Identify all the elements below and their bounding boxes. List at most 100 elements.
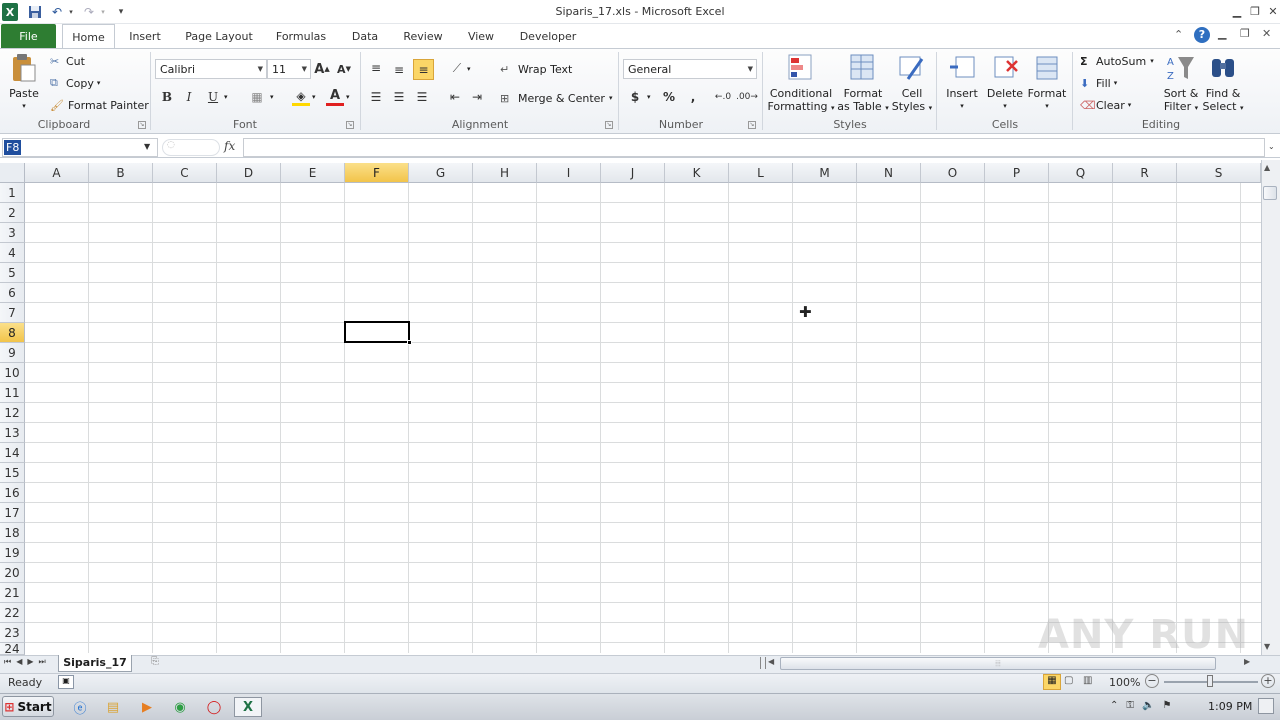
scroll-up-icon[interactable]: ▲ xyxy=(1264,163,1270,172)
conditional-formatting-button[interactable]: Conditional Formatting ▾ xyxy=(766,52,836,115)
autosum-button[interactable]: Σ AutoSum ▾ xyxy=(1080,53,1154,69)
format-as-table-button[interactable]: Format as Table ▾ xyxy=(836,52,890,115)
sheet-tab-siparis-17[interactable]: Siparis_17 xyxy=(58,655,132,672)
tab-formulas[interactable]: Formulas xyxy=(270,24,332,48)
paste-button[interactable]: Paste ▾ xyxy=(6,52,42,113)
undo-dropdown-icon[interactable]: ▾ xyxy=(66,3,76,21)
row-header-17[interactable]: 17 xyxy=(0,503,25,523)
media-player-icon[interactable]: ▶ xyxy=(135,697,159,717)
row-header-12[interactable]: 12 xyxy=(0,403,25,423)
undo-icon[interactable]: ↶ xyxy=(48,3,66,21)
excel-icon[interactable]: X xyxy=(2,3,18,21)
shrink-font-button[interactable]: A ▼ xyxy=(335,60,353,78)
cell-grid[interactable] xyxy=(25,183,1261,653)
redo-icon[interactable]: ↷ xyxy=(80,3,98,21)
grow-font-button[interactable]: A ▲ xyxy=(313,60,331,78)
delete-cells-button[interactable]: Delete ▾ xyxy=(984,52,1026,113)
row-header-21[interactable]: 21 xyxy=(0,583,25,603)
tab-page-layout[interactable]: Page Layout xyxy=(180,24,258,48)
decrease-indent-icon[interactable]: ⇤ xyxy=(446,88,464,106)
row-header-15[interactable]: 15 xyxy=(0,463,25,483)
vertical-scrollbar[interactable] xyxy=(1261,160,1280,655)
format-cells-button[interactable]: Format ▾ xyxy=(1026,52,1068,113)
column-header-b[interactable]: B xyxy=(89,163,153,183)
tab-view[interactable]: View xyxy=(461,24,501,48)
column-header-i[interactable]: I xyxy=(537,163,601,183)
copy-button[interactable]: ⧉ Copy ▾ xyxy=(50,75,100,91)
fill-color-dropdown-icon[interactable]: ▾ xyxy=(312,93,316,101)
increase-indent-icon[interactable]: ⇥ xyxy=(468,88,486,106)
row-header-18[interactable]: 18 xyxy=(0,523,25,543)
insert-function-button[interactable]: fx xyxy=(224,139,235,153)
row-header-13[interactable]: 13 xyxy=(0,423,25,443)
align-right-icon[interactable]: ☰ xyxy=(413,88,431,106)
tab-review[interactable]: Review xyxy=(396,24,450,48)
vertical-scroll-thumb[interactable] xyxy=(1263,186,1277,200)
help-icon[interactable]: ? xyxy=(1194,27,1210,43)
bold-button[interactable]: B xyxy=(158,88,176,106)
tab-file[interactable]: File xyxy=(1,24,56,48)
tab-insert[interactable]: Insert xyxy=(121,24,169,48)
align-left-icon[interactable]: ☰ xyxy=(367,88,385,106)
close-icon[interactable]: ✕ xyxy=(1262,2,1280,20)
font-color-dropdown-icon[interactable]: ▾ xyxy=(346,93,350,101)
row-header-9[interactable]: 9 xyxy=(0,343,25,363)
tab-split-handle[interactable] xyxy=(760,657,766,669)
column-header-d[interactable]: D xyxy=(217,163,281,183)
row-header-22[interactable]: 22 xyxy=(0,603,25,623)
clear-button[interactable]: ⌫ Clear ▾ xyxy=(1080,97,1131,113)
row-header-16[interactable]: 16 xyxy=(0,483,25,503)
merge-dropdown-icon[interactable]: ▾ xyxy=(609,94,613,102)
alignment-launcher-icon[interactable]: ↘ xyxy=(605,121,613,129)
zoom-level[interactable]: 100% xyxy=(1109,676,1140,689)
font-size-select[interactable]: 11 ▼ xyxy=(267,59,311,79)
cut-button[interactable]: ✂ Cut xyxy=(50,53,85,69)
row-header-8[interactable]: 8 xyxy=(0,323,25,343)
column-header-l[interactable]: L xyxy=(729,163,793,183)
align-bottom-icon[interactable]: ≡ xyxy=(413,59,434,80)
currency-button[interactable]: $ xyxy=(626,88,644,106)
row-header-11[interactable]: 11 xyxy=(0,383,25,403)
row-header-3[interactable]: 3 xyxy=(0,223,25,243)
excel-taskbar-icon[interactable]: X xyxy=(234,697,262,717)
expand-formula-bar-icon[interactable]: ⌄ xyxy=(1268,142,1275,151)
font-launcher-icon[interactable]: ↘ xyxy=(346,121,354,129)
formula-bar-handle-icon[interactable]: ◌ xyxy=(162,139,220,156)
copy-dropdown-icon[interactable]: ▾ xyxy=(97,79,101,87)
insert-cells-button[interactable]: Insert ▾ xyxy=(940,52,984,113)
column-header-r[interactable]: R xyxy=(1113,163,1177,183)
orientation-dropdown-icon[interactable]: ▾ xyxy=(467,65,471,73)
name-box-dropdown-icon[interactable]: ▼ xyxy=(144,142,150,151)
row-header-1[interactable]: 1 xyxy=(0,183,25,203)
currency-dropdown-icon[interactable]: ▾ xyxy=(647,93,651,101)
clipboard-launcher-icon[interactable]: ↘ xyxy=(138,121,146,129)
row-header-23[interactable]: 23 xyxy=(0,623,25,643)
row-header-10[interactable]: 10 xyxy=(0,363,25,383)
row-header-7[interactable]: 7 xyxy=(0,303,25,323)
row-header-2[interactable]: 2 xyxy=(0,203,25,223)
start-button[interactable]: ⊞ Start xyxy=(2,696,54,717)
row-header-19[interactable]: 19 xyxy=(0,543,25,563)
column-header-f[interactable]: F xyxy=(345,163,409,183)
file-explorer-icon[interactable]: ▤ xyxy=(101,697,125,717)
column-header-q[interactable]: Q xyxy=(1049,163,1113,183)
tab-home[interactable]: Home xyxy=(62,24,115,49)
column-header-o[interactable]: O xyxy=(921,163,985,183)
workbook-close-icon[interactable]: ✕ xyxy=(1262,27,1271,40)
zoom-out-icon[interactable]: − xyxy=(1145,674,1159,688)
scroll-right-icon[interactable]: ▶ xyxy=(1244,657,1250,666)
font-name-select[interactable]: Calibri ▼ xyxy=(155,59,267,79)
comma-button[interactable]: , xyxy=(684,88,702,106)
column-header-h[interactable]: H xyxy=(473,163,537,183)
align-middle-icon[interactable]: ≡ xyxy=(390,61,408,79)
minimize-ribbon-icon[interactable]: ⌃ xyxy=(1174,28,1183,41)
horizontal-scroll-thumb[interactable]: ⦙⦙⦙ xyxy=(780,657,1216,670)
merge-center-button[interactable]: ⊞ Merge & Center ▾ xyxy=(500,90,612,106)
format-painter-button[interactable]: 🖌 Format Painter xyxy=(50,97,149,113)
align-top-icon[interactable]: ≡ xyxy=(367,59,385,77)
select-all-button[interactable] xyxy=(0,163,25,183)
row-header-24[interactable]: 24 xyxy=(0,642,25,656)
customize-qat-icon[interactable]: ▾ xyxy=(114,3,128,21)
borders-dropdown-icon[interactable]: ▾ xyxy=(270,93,274,101)
row-header-6[interactable]: 6 xyxy=(0,283,25,303)
